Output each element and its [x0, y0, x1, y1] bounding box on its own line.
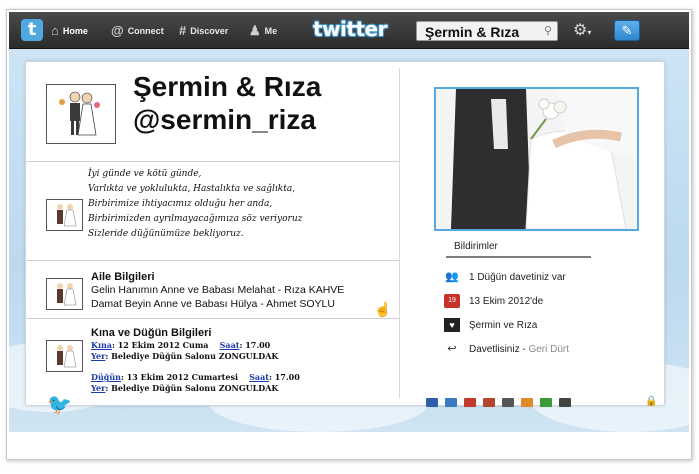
at-icon: @: [111, 23, 124, 38]
kina-time: : 17.00: [239, 340, 271, 350]
wedding-photo[interactable]: [434, 87, 639, 231]
groom-parents: Damat Beyin Anne ve Babası Hülya - Ahmet…: [91, 298, 335, 310]
top-navigation-bar: t ⌂ Home @ Connect # Discover ♟ Me twitt…: [9, 12, 689, 49]
section-divider: [26, 260, 399, 261]
couple-thumbnail: [46, 340, 83, 372]
search-value: Şermin & Rıza: [425, 24, 520, 40]
book-icon[interactable]: [426, 398, 438, 407]
kina-date-row: Kına: 12 Ekim 2012 Cuma Saat: 17.00: [91, 340, 270, 350]
reply-small-icon[interactable]: [559, 398, 571, 407]
dugun-place-label: Yer: [91, 383, 106, 393]
geri-durt-link[interactable]: Geri Dürt: [528, 344, 569, 355]
notification-text: Davetlisiniz -: [469, 343, 529, 355]
nav-home[interactable]: ⌂ Home: [51, 23, 88, 38]
compose-icon: ✎: [621, 23, 633, 38]
bride-parents: Gelin Hanımın Anne ve Babası Melahat - R…: [91, 284, 345, 296]
notification-item[interactable]: ♥ Şermin ve Rıza: [444, 318, 537, 332]
gear-icon[interactable]: ⚙▾: [573, 20, 591, 40]
poem-line: Birbirimizden ayrılmayacağımıza söz veri…: [88, 214, 303, 224]
column-divider: [399, 68, 400, 398]
couple-mini-icon: [57, 283, 77, 306]
couple-avatar[interactable]: [46, 84, 116, 144]
nav-discover[interactable]: # Discover: [179, 23, 228, 38]
couple-thumbnail: [46, 278, 83, 310]
hand-cursor-icon: ☝: [374, 301, 392, 317]
twitter-logo[interactable]: twitter: [309, 17, 391, 41]
search-icon[interactable]: ⚲: [544, 24, 552, 37]
poem-text: İyi günde ve kötü günde, Varlıkta ve yok…: [88, 167, 302, 242]
bottom-toolbar: [426, 398, 571, 407]
profile-card: Şermin & Rıza @sermin_riza İyi günde ve …: [25, 61, 665, 407]
kina-time-label: Saat: [219, 340, 240, 350]
profile-name: Şermin & Rıza: [133, 71, 322, 102]
bride-groom-cartoon: [59, 91, 100, 136]
bride-groom-photo: [436, 89, 637, 229]
invitation-frame: t ⌂ Home @ Connect # Discover ♟ Me twitt…: [6, 9, 692, 460]
chat-icon[interactable]: [445, 398, 457, 407]
hash-icon: #: [179, 23, 187, 38]
people-icon: 👥: [445, 271, 459, 283]
kina-label: Kına: [91, 340, 112, 350]
search-input[interactable]: Şermin & Rıza ⚲: [416, 21, 558, 41]
dugun-label: Düğün: [91, 372, 121, 382]
couple-mini-icon: [57, 345, 77, 368]
notification-item[interactable]: ↩ Davetlisiniz - Geri Dürt: [444, 342, 569, 356]
twitter-t-icon[interactable]: t: [21, 19, 43, 41]
notification-text: 1 Düğün davetiniz var: [469, 271, 566, 283]
calendar-icon[interactable]: [464, 398, 476, 407]
notification-item[interactable]: 19 13 Ekim 2012'de: [444, 294, 543, 308]
message-icon[interactable]: [540, 398, 552, 407]
couple-thumbnail: [46, 199, 83, 231]
poem-line: Birbirimize ihtiyacımız olduğu her anda,: [88, 199, 273, 209]
car-icon[interactable]: [502, 398, 514, 407]
couple-mini-icon: [57, 204, 77, 227]
home-icon: ⌂: [51, 23, 59, 38]
page-background: t ⌂ Home @ Connect # Discover ♟ Me twitt…: [9, 12, 689, 432]
dugun-place: : Belediye Düğün Salonu ZONGULDAK: [105, 383, 279, 393]
calendar-icon: 19: [444, 294, 460, 308]
dugun-time: : 17.00: [268, 372, 300, 382]
reply-icon: ↩: [447, 343, 457, 355]
poem-line: Varlıkta ve yoklulukta, Hastalıkta ve sa…: [88, 184, 296, 194]
notification-text: Şermin ve Rıza: [469, 319, 538, 331]
nav-home-label: Home: [62, 25, 88, 36]
compose-button[interactable]: ✎: [614, 20, 640, 41]
kina-place-label: Yer: [91, 351, 106, 361]
dugun-date: : 13 Ekim 2012 Cumartesi: [120, 372, 238, 382]
notification-item[interactable]: 👥 1 Düğün davetiniz var: [444, 270, 566, 284]
notifications-underline: [446, 256, 591, 258]
poem-line: Sizleride düğünümüze bekliyoruz.: [88, 229, 244, 239]
dugun-date-row: Düğün: 13 Ekim 2012 Cumartesi Saat: 17.0…: [91, 372, 300, 382]
nav-connect-label: Connect: [127, 25, 164, 36]
dugun-time-label: Saat: [249, 372, 269, 382]
nav-discover-label: Discover: [190, 25, 229, 36]
events-heading: Kına ve Düğün Bilgileri: [91, 327, 212, 339]
lock-icon[interactable]: 🔒: [645, 397, 657, 407]
couple-icon: ♥: [444, 318, 460, 332]
family-heading: Aile Bilgileri: [91, 271, 155, 283]
nav-connect[interactable]: @ Connect: [111, 23, 164, 38]
kina-place-row: Yer: Belediye Düğün Salonu ZONGULDAK: [91, 351, 278, 361]
nav-me[interactable]: ♟ Me: [249, 23, 277, 39]
person-icon: ♟: [249, 23, 261, 38]
notifications-heading: Bildirimler: [454, 241, 498, 252]
poem-line: İyi günde ve kötü günde,: [88, 169, 202, 179]
dugun-place-row: Yer: Belediye Düğün Salonu ZONGULDAK: [91, 383, 278, 393]
calendar-small-icon[interactable]: [483, 398, 495, 407]
section-divider: [26, 161, 399, 162]
kina-date: : 12 Ekim 2012 Cuma: [112, 340, 209, 350]
nav-me-label: Me: [264, 26, 278, 36]
kina-place: : Belediye Düğün Salonu ZONGULDAK: [105, 351, 279, 361]
notification-text: 13 Ekim 2012'de: [469, 295, 544, 307]
section-divider: [26, 318, 399, 319]
pencil-icon[interactable]: [521, 398, 533, 407]
profile-handle[interactable]: @sermin_riza: [133, 104, 316, 136]
twitter-bird-icon: 🐦: [47, 394, 72, 416]
